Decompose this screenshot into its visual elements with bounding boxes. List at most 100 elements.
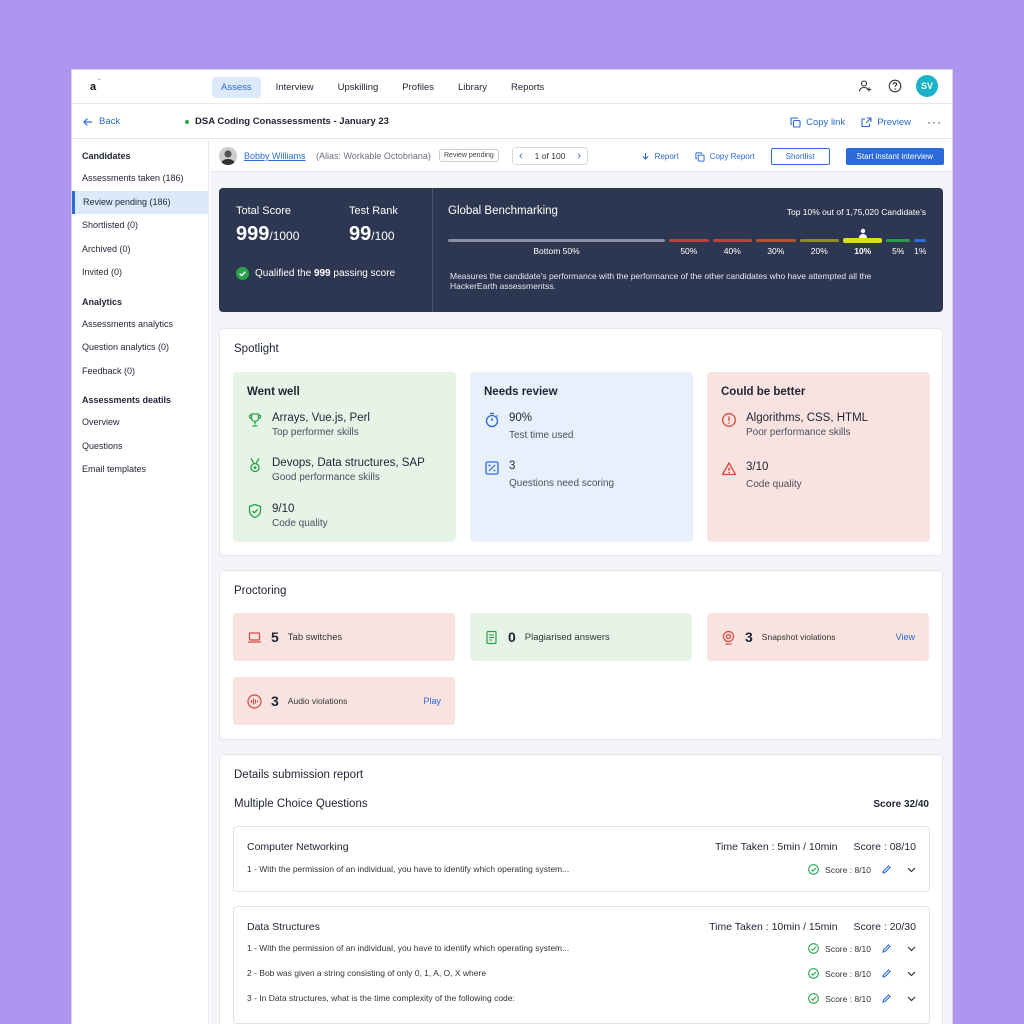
nav-tab-profiles[interactable]: Profiles bbox=[393, 77, 443, 98]
copy-link-button[interactable]: Copy link bbox=[790, 117, 845, 128]
nav-icons: SV bbox=[856, 75, 938, 97]
question-row[interactable]: 3 - In Data structures, what is the time… bbox=[247, 993, 917, 1009]
group-time: Time Taken : 5min / 10min bbox=[714, 841, 838, 853]
benchmark-segment-label: 10% bbox=[854, 246, 872, 256]
chevron-left-icon[interactable]: ‹ bbox=[513, 150, 529, 162]
mcq-section-title: Multiple Choice Questions bbox=[234, 798, 368, 810]
sidebar-item-feedback[interactable]: Feedback (0) bbox=[72, 360, 208, 384]
check-circle-icon bbox=[236, 267, 249, 280]
sub-header: Back DSA Coding Conassessments - January… bbox=[72, 105, 952, 139]
sidebar: Candidates Assessments taken (186) Revie… bbox=[72, 140, 209, 1024]
audio-wave-icon bbox=[247, 693, 262, 709]
chevron-down-icon[interactable] bbox=[906, 943, 917, 954]
medal-icon bbox=[250, 458, 260, 473]
question-row[interactable]: 1 - With the permission of an individual… bbox=[247, 943, 917, 959]
chevron-down-icon[interactable] bbox=[906, 864, 917, 875]
nav-tab-interview[interactable]: Interview bbox=[267, 77, 323, 98]
benchmark-bar: Bottom 50% 50% 40% 30% 20% 10% 5% 1% bbox=[448, 228, 926, 268]
main-content: Bobby Williams (Alias: Workable Octobria… bbox=[210, 140, 952, 1024]
could-be-better-title: Could be better bbox=[721, 386, 806, 398]
total-score: 999/1000 bbox=[236, 223, 299, 246]
check-circle-icon bbox=[808, 993, 820, 1004]
pager-text: 1 of 100 bbox=[534, 151, 566, 161]
chevron-down-icon[interactable] bbox=[906, 993, 917, 1004]
nav-tab-library[interactable]: Library bbox=[449, 77, 496, 98]
nav-tab-upskilling[interactable]: Upskilling bbox=[329, 77, 388, 98]
status-badge: Review pending bbox=[439, 149, 499, 162]
could-be-better-item-1-main: Algorithms, CSS, HTML bbox=[746, 412, 869, 424]
question-text: 1 - With the permission of an individual… bbox=[247, 943, 570, 953]
needs-review-item-2-sub: Questions need scoring bbox=[509, 478, 615, 489]
candidate-name-link[interactable]: Bobby Williams bbox=[244, 151, 306, 161]
add-user-icon[interactable] bbox=[856, 77, 874, 95]
could-be-better-item-2-sub: Code quality bbox=[746, 479, 802, 490]
benchmark-title: Global Benchmarking bbox=[448, 205, 558, 217]
sidebar-item-invited[interactable]: Invited (0) bbox=[72, 261, 208, 285]
sidebar-item-review-pending[interactable]: Review pending (186) bbox=[72, 190, 208, 214]
details-title: Details submission report bbox=[234, 769, 364, 781]
sidebar-item-archived[interactable]: Archived (0) bbox=[72, 238, 208, 262]
sidebar-heading-candidates: Candidates bbox=[82, 151, 131, 161]
chevron-down-icon[interactable] bbox=[906, 968, 917, 979]
sidebar-item-questions[interactable]: Questions bbox=[72, 435, 208, 459]
chevron-right-icon[interactable]: › bbox=[571, 150, 587, 162]
spotlight-title: Spotlight bbox=[234, 343, 279, 355]
benchmark-description: Measures the candidate's performance wit… bbox=[450, 271, 872, 291]
audio-label: Audio violations bbox=[287, 696, 348, 706]
help-icon[interactable] bbox=[886, 77, 904, 95]
went-well-tile: Went well Arrays, Vue.js, Perl Top perfor… bbox=[233, 372, 456, 542]
more-options-icon[interactable]: ··· bbox=[927, 115, 942, 129]
alert-circle-icon bbox=[722, 413, 736, 427]
copy-report-button[interactable]: Copy Report bbox=[695, 151, 755, 162]
start-interview-button[interactable]: Start instant interview bbox=[845, 148, 944, 165]
view-snapshots-link[interactable]: View bbox=[896, 632, 915, 642]
benchmark-segment bbox=[712, 239, 753, 242]
pencil-icon[interactable] bbox=[881, 993, 892, 1004]
candidate-position-icon bbox=[858, 225, 868, 238]
sidebar-item-assessments-taken[interactable]: Assessments taken (186) bbox=[72, 167, 208, 191]
question-group-data-structures: Data Structures Time Taken : 10min / 15m… bbox=[233, 906, 930, 1024]
pencil-icon[interactable] bbox=[881, 864, 892, 875]
went-well-title: Went well bbox=[247, 386, 300, 398]
sidebar-item-assessments-analytics[interactable]: Assessments analytics bbox=[72, 313, 208, 337]
benchmark-segment bbox=[886, 239, 911, 242]
group-name: Data Structures bbox=[247, 921, 320, 933]
pencil-icon[interactable] bbox=[881, 943, 892, 954]
sidebar-item-overview[interactable]: Overview bbox=[72, 411, 208, 435]
spotlight-item: 3 Questions need scoring bbox=[484, 460, 614, 489]
group-score: Score : 08/10 bbox=[853, 841, 916, 853]
test-rank-label: Test Rank bbox=[349, 205, 398, 217]
logo[interactable]: a ` bbox=[90, 78, 101, 93]
could-be-better-item-2-main: 3/10 bbox=[746, 461, 769, 473]
test-rank-value: 99 bbox=[349, 223, 372, 245]
back-button[interactable]: Back bbox=[83, 116, 120, 127]
sidebar-item-shortlisted[interactable]: Shortlisted (0) bbox=[72, 214, 208, 238]
shortlist-button[interactable]: Shortlist bbox=[770, 148, 830, 165]
sidebar-item-email-templates[interactable]: Email templates bbox=[72, 458, 208, 482]
question-group-computer-networking: Computer Networking Time Taken : 5min / … bbox=[233, 826, 930, 892]
benchmark-segment-label: 40% bbox=[723, 246, 741, 256]
sidebar-item-question-analytics[interactable]: Question analytics (0) bbox=[72, 336, 208, 360]
qualified-status: Qualified the 999 passing score bbox=[236, 267, 395, 280]
logo-text: a bbox=[90, 81, 97, 93]
spotlight-item: 90% Test time used bbox=[484, 412, 573, 441]
pencil-icon[interactable] bbox=[881, 968, 892, 979]
timer-icon bbox=[485, 412, 499, 428]
nav-tab-reports[interactable]: Reports bbox=[502, 77, 553, 98]
preview-button[interactable]: Preview bbox=[861, 117, 911, 128]
candidate-pager: ‹ 1 of 100 › bbox=[512, 147, 589, 165]
question-row[interactable]: 2 - Bob was given a string consisting of… bbox=[247, 968, 917, 984]
tab-switches-label: Tab switches bbox=[287, 631, 343, 643]
snapshot-count: 3 bbox=[745, 629, 753, 645]
proctoring-title: Proctoring bbox=[234, 585, 287, 597]
avatar[interactable]: SV bbox=[916, 75, 938, 97]
sub-actions: Copy link Preview ··· bbox=[790, 115, 942, 129]
report-button[interactable]: Report bbox=[641, 152, 679, 161]
shield-check-icon bbox=[248, 503, 262, 519]
score-summary: Total Score 999/1000 Test Rank 99/100 Qu… bbox=[219, 188, 433, 312]
question-row[interactable]: 1 - With the permission of an individual… bbox=[247, 864, 917, 880]
nav-tab-assess[interactable]: Assess bbox=[212, 77, 261, 98]
test-rank-max: /100 bbox=[371, 229, 395, 243]
play-audio-link[interactable]: Play bbox=[423, 696, 441, 706]
details-card: Details submission report Multiple Choic… bbox=[219, 754, 943, 1024]
